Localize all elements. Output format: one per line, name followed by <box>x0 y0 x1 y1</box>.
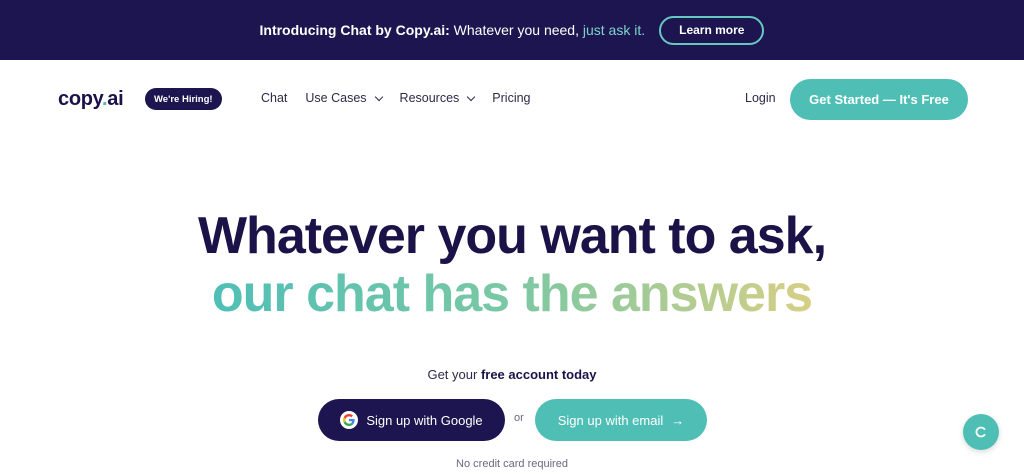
hero-headline: Whatever you want to ask, <box>197 207 827 265</box>
google-icon <box>340 411 359 429</box>
nav-item-label: Resources <box>399 91 460 105</box>
hiring-badge[interactable]: We're Hiring! <box>145 88 222 110</box>
chat-logo-icon <box>975 426 986 438</box>
no-credit-card-note: No credit card required <box>456 458 568 470</box>
google-signup-label: Sign up with Google <box>366 412 483 428</box>
login-link[interactable]: Login <box>745 91 776 105</box>
hero-gradient-text: our chat has the answers <box>211 265 813 323</box>
nav-links: Chat Use Cases Resources Pricing <box>261 91 549 105</box>
email-signup-label: Sign up with email <box>557 412 664 428</box>
nav-item-label: Use Cases <box>305 91 367 105</box>
hero-subheadline: our chat has the answers <box>0 262 1024 326</box>
arrow-right-icon: → <box>671 412 685 428</box>
signup-prompt-bold: free account today <box>480 367 597 382</box>
nav-item-label: Pricing <box>492 91 531 105</box>
chevron-down-icon <box>467 92 476 101</box>
or-separator: or <box>514 412 524 424</box>
announcement-accent: just ask it. <box>582 22 646 38</box>
announcement-bar: Introducing Chat by Copy.ai: Whatever yo… <box>0 0 1024 60</box>
nav-item-label: Chat <box>261 91 288 105</box>
chat-widget-button[interactable] <box>963 414 999 450</box>
email-signup-button[interactable]: Sign up with email → <box>535 399 707 441</box>
get-started-button[interactable]: Get Started — It's Free <box>790 79 968 120</box>
logo-main: copy <box>58 88 102 110</box>
learn-more-button[interactable]: Learn more <box>659 15 765 45</box>
nav-item-pricing[interactable]: Pricing <box>492 91 530 105</box>
top-nav: copy.ai We're Hiring! Chat Use Cases Res… <box>0 60 1024 140</box>
announcement-bold: Introducing Chat by Copy.ai: <box>259 22 450 38</box>
chevron-down-icon <box>374 92 383 101</box>
nav-item-resources[interactable]: Resources <box>399 91 476 105</box>
google-signup-button[interactable]: Sign up with Google <box>318 399 505 441</box>
signup-prompt: Get your free account today <box>0 367 1024 382</box>
signup-prompt-prefix: Get your <box>427 367 481 382</box>
nav-item-chat[interactable]: Chat <box>261 91 287 105</box>
announcement-text: Introducing Chat by Copy.ai: Whatever yo… <box>260 22 646 38</box>
announcement-body: Whatever you need, <box>449 22 583 38</box>
logo[interactable]: copy.ai <box>58 88 124 111</box>
nav-item-use-cases[interactable]: Use Cases <box>305 91 383 105</box>
logo-end: ai <box>107 88 124 110</box>
